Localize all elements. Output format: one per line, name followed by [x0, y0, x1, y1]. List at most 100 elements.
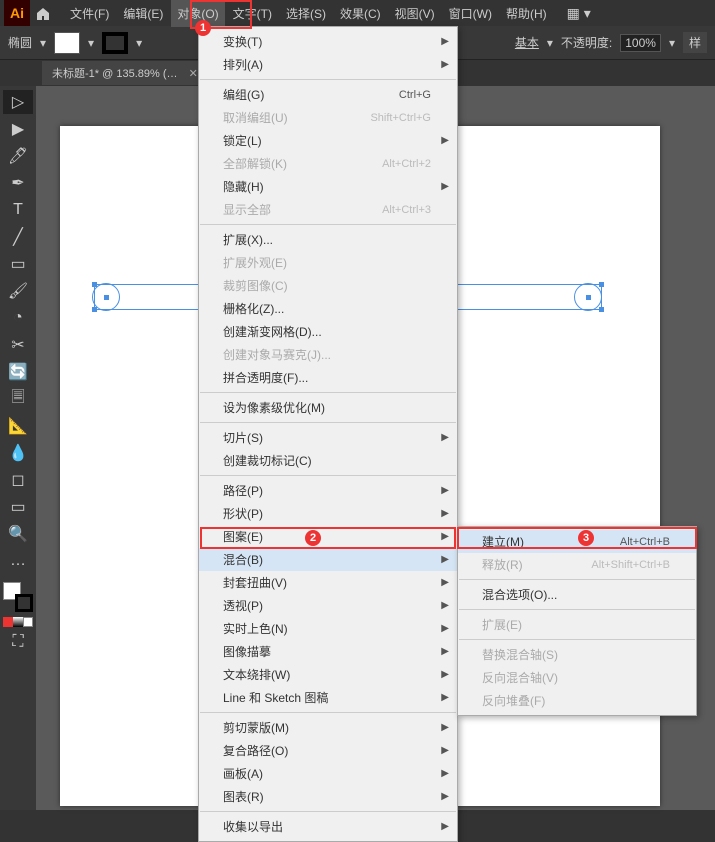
tool-button[interactable]: ✂: [3, 333, 33, 357]
menu-item[interactable]: 文字(T): [227, 0, 278, 27]
menu-item[interactable]: 选择(S): [280, 0, 332, 27]
tool-button[interactable]: …: [3, 549, 33, 573]
menu-item[interactable]: 编辑(E): [117, 0, 169, 27]
menu-item-label: 扩展(E): [482, 616, 522, 633]
dropdown-arrow-icon[interactable]: ▾: [136, 36, 142, 50]
menu-item[interactable]: 画板(A)▶: [199, 762, 457, 785]
menu-item[interactable]: 窗口(W): [443, 0, 498, 27]
basic-appearance[interactable]: 基本: [515, 34, 539, 51]
submenu-arrow-icon: ▶: [441, 485, 449, 496]
menu-item-label: 全部解锁(K): [223, 155, 287, 172]
layout-grid-icon[interactable]: ▦ ▾: [567, 5, 591, 22]
submenu-arrow-icon: ▶: [441, 577, 449, 588]
opacity-value[interactable]: 100%: [620, 34, 661, 52]
close-icon[interactable]: ✕: [189, 68, 198, 80]
document-tab-label: 未标题-1* @ 135.89% (…: [52, 68, 178, 80]
fill-stroke-swatches[interactable]: [3, 582, 33, 612]
menu-item-label: 排列(A): [223, 56, 263, 73]
color-mode-switch[interactable]: [3, 617, 33, 627]
selected-ellipse[interactable]: [92, 283, 120, 311]
tool-button[interactable]: 🔄: [3, 360, 33, 384]
dropdown-arrow-icon[interactable]: ▾: [88, 36, 94, 50]
menu-item: 显示全部Alt+Ctrl+3: [199, 198, 457, 221]
tool-button[interactable]: 🖌: [3, 279, 33, 303]
submenu-arrow-icon: ▶: [441, 791, 449, 802]
menu-item[interactable]: 设为像素级优化(M): [199, 396, 457, 419]
menu-item: 全部解锁(K)Alt+Ctrl+2: [199, 152, 457, 175]
tool-button[interactable]: ◔: [3, 306, 33, 330]
menu-item[interactable]: 实时上色(N)▶: [199, 617, 457, 640]
menu-item[interactable]: 封套扭曲(V)▶: [199, 571, 457, 594]
dropdown-arrow-icon[interactable]: ▾: [547, 36, 553, 50]
menu-item[interactable]: 文本绕排(W) ▶: [199, 663, 457, 686]
menu-item[interactable]: 透视(P)▶: [199, 594, 457, 617]
tool-button[interactable]: ╱: [3, 225, 33, 249]
dropdown-arrow-icon[interactable]: ▾: [40, 36, 46, 50]
menu-item[interactable]: 路径(P)▶: [199, 479, 457, 502]
tool-button[interactable]: 🖊: [3, 144, 33, 168]
dropdown-arrow-icon[interactable]: ▾: [669, 36, 675, 50]
menu-item[interactable]: 变换(T)▶: [199, 30, 457, 53]
menu-item[interactable]: 排列(A)▶: [199, 53, 457, 76]
screen-mode-icon[interactable]: ⛶: [3, 630, 33, 654]
document-tab[interactable]: 未标题-1* @ 135.89% (… ✕: [42, 61, 208, 85]
menu-item-label: 文本绕排(W): [223, 666, 290, 683]
menu-item[interactable]: 隐藏(H)▶: [199, 175, 457, 198]
menu-item[interactable]: 创建渐变网格(D)...: [199, 320, 457, 343]
submenu-arrow-icon: ▶: [441, 36, 449, 47]
menu-shortcut: Alt+Shift+Ctrl+B: [591, 559, 670, 571]
tool-button[interactable]: ▭: [3, 252, 33, 276]
menu-item[interactable]: 栅格化(Z)...: [199, 297, 457, 320]
stroke-swatch[interactable]: [102, 32, 128, 54]
submenu-arrow-icon: ▶: [441, 669, 449, 680]
menu-item[interactable]: 对象(O): [171, 0, 224, 27]
tool-button[interactable]: 💧: [3, 441, 33, 465]
style-button[interactable]: 样: [683, 32, 707, 53]
tool-button[interactable]: T: [3, 198, 33, 222]
menu-item[interactable]: 图案(E)▶: [199, 525, 457, 548]
tool-button[interactable]: ✒: [3, 171, 33, 195]
tool-button[interactable]: 📐: [3, 414, 33, 438]
menu-item[interactable]: 扩展(X)...: [199, 228, 457, 251]
menu-item[interactable]: 编组(G)Ctrl+G: [199, 83, 457, 106]
menu-item[interactable]: 切片(S)▶: [199, 426, 457, 449]
menu-item-label: 设为像素级优化(M): [223, 399, 325, 416]
submenu-arrow-icon: ▶: [441, 692, 449, 703]
menu-item[interactable]: 混合(B)▶: [199, 548, 457, 571]
menu-item[interactable]: 拼合透明度(F)...: [199, 366, 457, 389]
opacity-label: 不透明度:: [561, 34, 612, 51]
selected-ellipse[interactable]: [574, 283, 602, 311]
menu-separator: [200, 475, 456, 476]
menu-item[interactable]: 混合选项(O)...: [458, 583, 696, 606]
tool-button[interactable]: 🗏: [3, 387, 33, 411]
menu-separator: [200, 392, 456, 393]
menu-item[interactable]: 收集以导出▶: [199, 815, 457, 838]
stroke-color[interactable]: [15, 594, 33, 612]
menu-separator: [200, 712, 456, 713]
tool-button[interactable]: 🔍: [3, 522, 33, 546]
menu-item[interactable]: 复合路径(O)▶: [199, 739, 457, 762]
menu-item[interactable]: 创建裁切标记(C): [199, 449, 457, 472]
menu-item[interactable]: 视图(V): [389, 0, 441, 27]
fill-swatch[interactable]: [54, 32, 80, 54]
submenu-arrow-icon: ▶: [441, 554, 449, 565]
menu-item[interactable]: 剪切蒙版(M)▶: [199, 716, 457, 739]
menu-item[interactable]: 图像描摹▶: [199, 640, 457, 663]
menu-item[interactable]: 建立(M)Alt+Ctrl+B: [458, 530, 696, 553]
menu-item[interactable]: Line 和 Sketch 图稿▶: [199, 686, 457, 709]
menu-item[interactable]: 效果(C): [334, 0, 387, 27]
menu-item-label: 剪切蒙版(M): [223, 719, 289, 736]
tool-button[interactable]: ▶: [3, 117, 33, 141]
tool-button[interactable]: ▭: [3, 495, 33, 519]
home-icon[interactable]: [30, 2, 56, 25]
tool-button[interactable]: ◻: [3, 468, 33, 492]
menu-item[interactable]: 帮助(H): [500, 0, 553, 27]
submenu-arrow-icon: ▶: [441, 646, 449, 657]
submenu-arrow-icon: ▶: [441, 821, 449, 832]
menu-item[interactable]: 图表(R)▶: [199, 785, 457, 808]
menu-item[interactable]: 文件(F): [64, 0, 115, 27]
submenu-arrow-icon: ▶: [441, 508, 449, 519]
menu-item[interactable]: 锁定(L)▶: [199, 129, 457, 152]
menu-item[interactable]: 形状(P)▶: [199, 502, 457, 525]
tool-button[interactable]: ▷: [3, 90, 33, 114]
